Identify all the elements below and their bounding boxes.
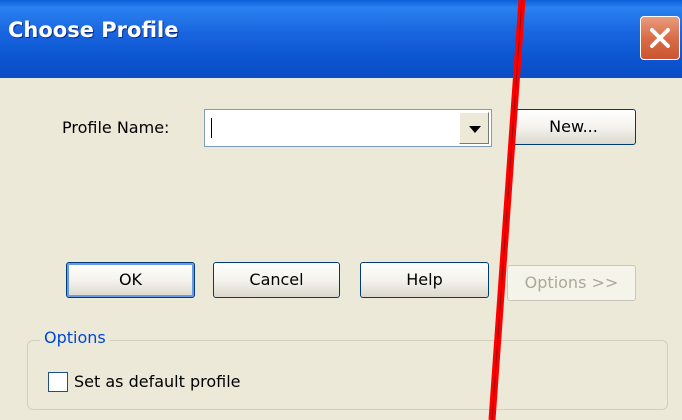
help-button[interactable]: Help	[360, 262, 489, 298]
dialog-title: Choose Profile	[8, 18, 179, 42]
chevron-down-icon	[469, 126, 481, 133]
choose-profile-dialog: Choose Profile Profile Name: New... OK C…	[0, 0, 682, 420]
profile-name-combobox[interactable]	[204, 109, 492, 147]
default-profile-checkbox[interactable]	[48, 372, 68, 392]
options-group-legend: Options	[40, 328, 110, 347]
text-caret	[211, 118, 212, 138]
options-toggle-button[interactable]: Options >>	[507, 265, 636, 301]
close-button[interactable]	[640, 16, 680, 60]
profile-name-label: Profile Name:	[62, 118, 170, 137]
close-icon	[650, 28, 670, 48]
profile-dropdown-button[interactable]	[459, 112, 489, 144]
dialog-body: Profile Name: New... OK Cancel Help Opti…	[0, 78, 682, 420]
cancel-button[interactable]: Cancel	[213, 262, 340, 298]
new-profile-button[interactable]: New...	[511, 109, 636, 145]
default-profile-label[interactable]: Set as default profile	[74, 372, 241, 391]
title-bar[interactable]: Choose Profile	[0, 0, 682, 78]
ok-button[interactable]: OK	[66, 262, 195, 298]
